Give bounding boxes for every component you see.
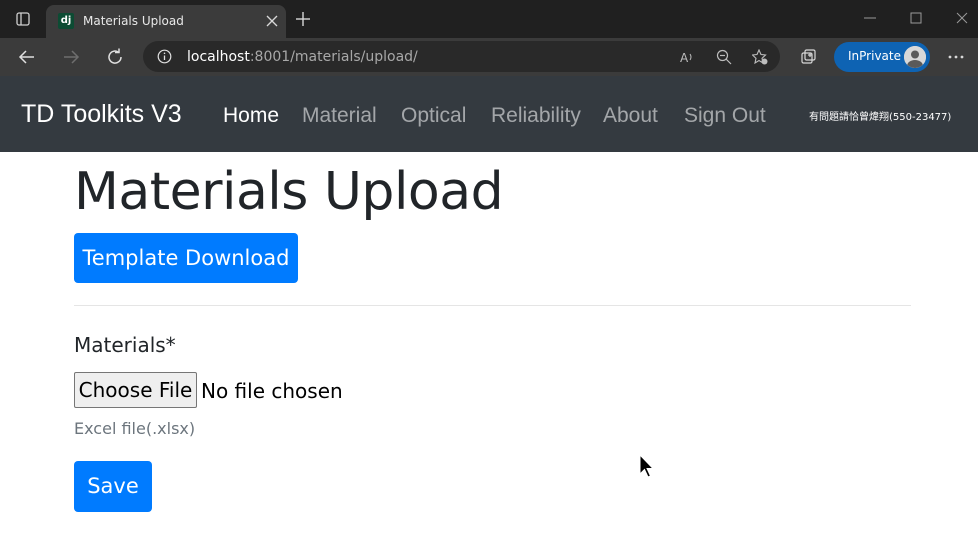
file-help-text: Excel file(.xlsx) bbox=[74, 419, 196, 438]
url-text: localhost:8001/materials/upload/ bbox=[187, 49, 418, 65]
save-button[interactable]: Save bbox=[74, 461, 152, 512]
forward-icon[interactable] bbox=[61, 47, 81, 67]
contact-info: 有問題請恰曾煒翔(550-23477) bbox=[809, 112, 952, 123]
minimize-icon[interactable] bbox=[862, 10, 878, 26]
read-aloud-icon[interactable]: A bbox=[679, 49, 695, 65]
site-info-icon[interactable] bbox=[157, 49, 172, 64]
nav-link-optical[interactable]: Optical bbox=[401, 104, 466, 128]
template-download-button[interactable]: Template Download bbox=[74, 233, 298, 283]
site-navbar: TD Toolkits V3 Home Material Optical Rel… bbox=[0, 76, 978, 152]
refresh-icon[interactable] bbox=[105, 47, 125, 67]
tab-actions-icon[interactable] bbox=[14, 10, 32, 28]
nav-link-reliability[interactable]: Reliability bbox=[491, 104, 581, 128]
materials-field-label: Materials* bbox=[74, 333, 176, 357]
collections-icon[interactable] bbox=[800, 48, 818, 66]
browser-tab-bar: dj Materials Upload bbox=[0, 0, 978, 38]
maximize-icon[interactable] bbox=[908, 10, 924, 26]
inprivate-button[interactable]: InPrivate bbox=[834, 42, 930, 72]
django-favicon-icon: dj bbox=[58, 13, 74, 29]
profile-avatar-icon bbox=[904, 46, 926, 68]
browser-toolbar: localhost:8001/materials/upload/ A InPri… bbox=[0, 38, 978, 76]
nav-link-sign-out[interactable]: Sign Out bbox=[684, 104, 766, 128]
nav-link-home[interactable]: Home bbox=[223, 104, 279, 128]
tab-title: Materials Upload bbox=[83, 14, 184, 28]
page-title: Materials Upload bbox=[74, 162, 504, 222]
choose-file-button[interactable]: Choose File bbox=[74, 372, 197, 408]
favorites-icon[interactable] bbox=[752, 49, 768, 65]
svg-text:A: A bbox=[680, 51, 689, 65]
nav-link-material[interactable]: Material bbox=[302, 104, 377, 128]
inprivate-label: InPrivate bbox=[848, 49, 901, 63]
file-status-text: No file chosen bbox=[201, 379, 343, 403]
more-options-icon[interactable] bbox=[947, 49, 965, 65]
address-bar[interactable]: localhost:8001/materials/upload/ A bbox=[143, 41, 780, 72]
zoom-out-icon[interactable] bbox=[716, 49, 732, 65]
close-window-icon[interactable] bbox=[954, 10, 970, 26]
nav-link-about[interactable]: About bbox=[603, 104, 658, 128]
mouse-cursor-icon bbox=[639, 454, 655, 478]
back-icon[interactable] bbox=[17, 47, 37, 67]
url-path: :8001/materials/upload/ bbox=[249, 49, 418, 65]
close-tab-icon[interactable] bbox=[264, 13, 280, 29]
section-divider bbox=[74, 305, 911, 306]
browser-tab[interactable]: dj Materials Upload bbox=[46, 5, 286, 38]
url-host: localhost bbox=[187, 49, 250, 65]
brand-logo-text[interactable]: TD Toolkits V3 bbox=[21, 100, 182, 129]
new-tab-icon[interactable] bbox=[295, 11, 311, 27]
